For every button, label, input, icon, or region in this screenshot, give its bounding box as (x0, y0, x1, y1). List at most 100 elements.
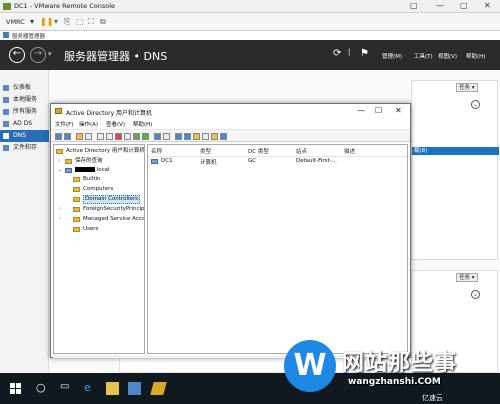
refresh-icon[interactable] (133, 133, 140, 140)
close-button[interactable]: ✕ (484, 1, 491, 10)
folder-icon (73, 187, 80, 192)
row-site: Default-First-... (296, 158, 337, 164)
sidebar-item-local-server[interactable]: 本地服务 (0, 94, 49, 106)
menu-action[interactable]: 操作(A) (79, 120, 98, 128)
edge-browser-icon[interactable]: e (84, 381, 91, 394)
refresh-icon[interactable]: ⟳ (333, 48, 341, 59)
aduc-list-pane: 名称 类型 DC 类型 站点 描述 DC1 计算机 GC Default-Fir… (147, 144, 408, 354)
maximize-button[interactable]: ☐ (375, 106, 382, 115)
guest-desktop: 服务器管理器 ← → ▾ 服务器管理器 • DNS ⟳ | ⚑ 管理(M) 工具… (0, 31, 500, 373)
forward-arrow-icon[interactable]: → (30, 47, 46, 63)
properties-icon[interactable] (124, 133, 131, 140)
chevron-right-icon[interactable]: › (59, 215, 61, 224)
row-type: 计算机 (200, 160, 217, 166)
fullscreen-icon[interactable]: ⛶ (88, 17, 94, 27)
cut-icon[interactable] (97, 133, 104, 140)
page-title: 服务器管理器 • DNS (64, 50, 168, 63)
pause-icon[interactable]: ❚❚ (40, 17, 53, 26)
chevron-down-icon[interactable]: ▾ (30, 17, 34, 26)
sidebar-item-dashboard[interactable]: 仪表板 (0, 82, 49, 94)
column-header-type[interactable]: 类型 (200, 147, 211, 155)
file-explorer-icon[interactable] (106, 382, 119, 395)
folder-icon (73, 227, 80, 232)
history-dropdown-icon[interactable]: ▾ (48, 50, 52, 58)
menu-view[interactable]: 视图(V) (438, 52, 457, 60)
up-level-icon[interactable] (76, 133, 83, 140)
column-header-site[interactable]: 站点 (296, 147, 307, 155)
menu-file[interactable]: 文件(F) (55, 120, 73, 128)
chevron-right-icon[interactable]: › (59, 205, 61, 214)
maximize-button[interactable]: ▢ (460, 1, 468, 10)
column-header-dc-type[interactable]: DC 类型 (248, 147, 269, 155)
add-to-group-icon[interactable] (220, 133, 227, 140)
watermark-url: wangzhanshi.COM (348, 377, 441, 387)
redacted-domain (75, 167, 95, 172)
forward-icon[interactable] (64, 133, 71, 140)
menu-help[interactable]: 帮助(H) (466, 52, 485, 60)
flag-icon[interactable]: ⚑ (360, 48, 369, 59)
menu-tools[interactable]: 工具(T) (414, 52, 433, 60)
menu-view[interactable]: 查看(V) (106, 120, 125, 128)
minimize-button[interactable]: — (357, 106, 365, 115)
dashboard-icon (3, 85, 9, 91)
back-arrow-icon[interactable]: ← (9, 47, 25, 63)
help-icon[interactable] (154, 133, 161, 140)
back-icon[interactable] (55, 133, 62, 140)
server-manager-icon (3, 32, 9, 38)
copy-icon[interactable] (106, 133, 113, 140)
minimize-button[interactable]: — (436, 1, 444, 10)
row-name[interactable]: DC1 (161, 158, 173, 164)
task-view-icon[interactable]: ▭ (60, 381, 69, 392)
filter-icon[interactable] (202, 133, 209, 140)
menu-help[interactable]: 帮助(H) (133, 120, 152, 128)
folder-icon (73, 207, 80, 212)
server-manager-taskbar-icon[interactable] (128, 382, 141, 395)
removable-devices-icon[interactable]: ⬚ (76, 17, 84, 26)
aduc-taskbar-icon[interactable] (150, 382, 167, 395)
computer-icon (151, 159, 158, 164)
folder-icon (56, 149, 63, 154)
find-icon[interactable] (211, 133, 218, 140)
chevron-right-icon[interactable]: › (58, 157, 60, 166)
close-button[interactable]: ✕ (395, 106, 402, 115)
start-button[interactable] (10, 383, 22, 395)
chevron-down-icon[interactable]: ⌄ (58, 166, 62, 175)
selected-server-row[interactable]: 载(8) (412, 147, 499, 155)
console-icon[interactable] (163, 133, 170, 140)
menu-manage[interactable]: 管理(M) (382, 52, 402, 60)
watermark-title: 网站那些事 (342, 351, 458, 376)
server-manager-title-bar: 服务器管理器 (0, 31, 500, 40)
ad-ds-icon (3, 121, 9, 127)
collapse-chevron-icon[interactable]: ⌄ (471, 290, 480, 299)
header-divider (148, 156, 407, 157)
ou-folder-icon (73, 197, 80, 202)
vmrc-menu-button[interactable]: VMRC (6, 18, 25, 26)
tasks-dropdown[interactable]: 任务 ▾ (456, 273, 478, 282)
export-list-icon[interactable] (142, 133, 149, 140)
aduc-window-title: Active Directory 用户和计算机 (66, 110, 153, 117)
send-ctrl-alt-del-icon[interactable]: ⎘ (64, 17, 70, 27)
sidebar-item-dns[interactable]: DNS (0, 130, 49, 142)
column-header-name[interactable]: 名称 (151, 147, 162, 155)
tasks-dropdown[interactable]: 任务 ▾ (456, 83, 478, 92)
separator-icon: | (348, 48, 351, 56)
sidebar-item-ad-ds[interactable]: AD DS (0, 118, 49, 130)
domain-icon (65, 168, 72, 173)
watermark-logo: W (284, 340, 336, 392)
delete-icon[interactable] (115, 133, 122, 140)
new-group-icon[interactable] (184, 133, 191, 140)
vmware-logo-icon (3, 3, 11, 10)
column-header-description[interactable]: 描述 (344, 147, 355, 155)
search-icon[interactable]: ○ (36, 381, 46, 394)
collapse-chevron-icon[interactable]: ⌄ (471, 100, 480, 109)
restore-icon[interactable]: ▢ (410, 1, 418, 10)
sidebar-item-file-storage[interactable]: 文件和存 (0, 142, 49, 154)
vmrc-toolbar: VMRC ▾ ❚❚ ▾ ⎘ ⬚ ⛶ ⧉ (0, 13, 500, 31)
new-user-icon[interactable] (175, 133, 182, 140)
chevron-down-icon[interactable]: ▾ (54, 17, 58, 26)
new-ou-icon[interactable] (193, 133, 200, 140)
sidebar-item-all-servers[interactable]: 所有服务 (0, 106, 49, 118)
unity-icon[interactable]: ⧉ (100, 17, 106, 27)
watermark: W 网站那些事 wangzhanshi.COM 亿速云 (282, 337, 500, 404)
show-tree-icon[interactable] (85, 133, 92, 140)
